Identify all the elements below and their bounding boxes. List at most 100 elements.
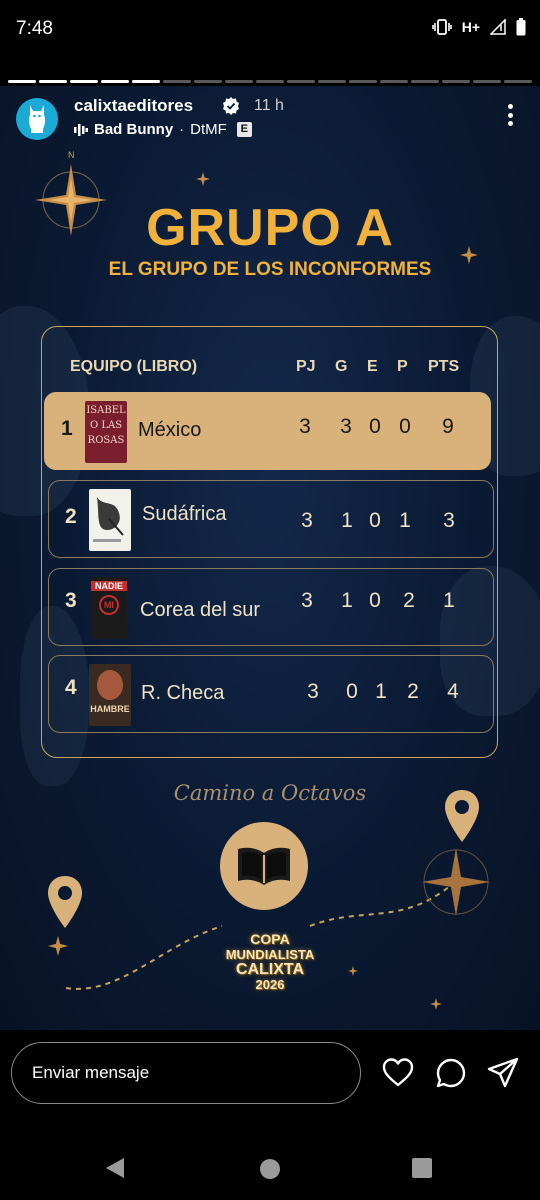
progress-segment [8,80,36,83]
music-song: DtMF [190,121,227,138]
recents-icon[interactable] [412,1158,432,1178]
progress-segment [132,80,160,83]
progress-segment [70,80,98,83]
progress-segment [225,80,253,83]
explicit-badge: E [236,122,252,137]
story-time: 11 h [254,97,284,114]
progress-segment [411,80,439,83]
progress-segment [39,80,67,83]
row-p: 2 [407,680,419,703]
row-p: 0 [399,415,411,438]
cover-text: MI [99,595,119,615]
logo-line: 2026 [255,977,285,992]
comment-icon[interactable] [434,1056,468,1090]
progress-segment [101,80,129,83]
vibrate-icon [431,19,452,35]
book-cover: ISABEL O LAS ROSAS [85,401,127,463]
row-pj: 3 [301,589,313,612]
progress-segment [442,80,470,83]
book-cover [89,489,131,551]
row-pj: 3 [301,509,313,532]
progress-segment [256,80,284,83]
star-icon [196,172,210,186]
row-p: 1 [399,509,411,532]
group-subtitle: EL GRUPO DE LOS INCONFORMES [108,259,432,280]
story-canvas[interactable]: N GRUPO A EL GRUPO DE LOS INCONFORMES EQ… [0,86,540,1030]
progress-segment [349,80,377,83]
header-e: E [367,358,378,375]
svg-text:N: N [68,150,75,160]
cat-logo-icon [28,105,46,133]
header-pts: PTS [428,358,460,375]
logo-line: COPA [250,931,290,947]
row-e: 0 [369,589,381,612]
header-pj: PJ [296,358,316,375]
row-g: 1 [341,509,353,532]
table-row: 2 Sudáfrica 3 1 0 1 3 [48,480,494,558]
progress-segment [163,80,191,83]
music-label[interactable]: Bad Bunny · DtMF E [74,121,252,138]
status-icons: H+ [431,18,526,36]
row-p: 2 [403,589,415,612]
back-icon[interactable] [104,1156,126,1180]
progress-segment [380,80,408,83]
cover-text: ROSAS [87,435,125,446]
story-header: calixtaeditores 11 h Bad Bunny · DtMF E [0,90,540,150]
message-bar: Enviar mensaje [0,1030,540,1126]
book-badge [220,822,308,910]
verified-badge-icon [223,97,239,115]
message-placeholder: Enviar mensaje [32,1063,150,1082]
send-icon[interactable] [486,1056,520,1090]
copa-logo: COPA MUNDIALISTA CALIXTA 2026 [210,932,330,996]
status-bar: 7:48 H+ [0,0,540,60]
row-pts: 4 [447,680,459,703]
row-pts: 1 [443,589,455,612]
row-team: R. Checa [141,682,225,704]
status-time: 7:48 [16,18,53,39]
more-options-button[interactable] [500,100,520,130]
story-progress [8,80,532,83]
audio-bars-icon [74,123,88,136]
logo-line: MUNDIALISTA [225,947,315,962]
row-rank: 4 [65,676,77,699]
group-title: GRUPO A [146,199,394,257]
cover-text: HAMBRE [90,704,130,714]
row-pj: 3 [307,680,319,703]
dot [507,112,513,118]
android-nav-bar [0,1126,540,1200]
star-icon [430,998,442,1010]
location-pin-icon [445,790,479,842]
row-g: 3 [340,415,352,438]
table-row: 3 NADIE MI Corea del sur 3 1 0 2 1 [48,568,494,646]
table-row: 1 ISABEL O LAS ROSAS México 3 3 0 0 9 [44,392,491,470]
avatar[interactable] [16,98,58,140]
row-e: 0 [369,415,381,438]
heart-icon[interactable] [381,1056,415,1090]
cover-text: O LAS [89,420,123,431]
row-g: 1 [341,589,353,612]
row-rank: 1 [61,417,73,440]
header-p: P [397,358,408,375]
header-g: G [335,358,348,375]
row-g: 0 [346,680,358,703]
story-username[interactable]: calixtaeditores [74,96,193,116]
dot [507,121,513,126]
network-type: H+ [461,19,480,35]
row-e: 0 [369,509,381,532]
cover-text: NADIE [91,581,127,591]
music-separator: · [179,121,185,138]
message-input[interactable]: Enviar mensaje [11,1042,361,1104]
music-artist: Bad Bunny [94,121,174,138]
progress-segment [318,80,346,83]
row-pts: 9 [442,415,454,438]
compass-rose-icon [422,848,490,916]
open-book-icon [238,847,290,885]
signal-icon [490,19,506,35]
home-icon[interactable] [259,1158,281,1180]
progress-segment [287,80,315,83]
dot [507,104,513,109]
book-cover: NADIE MI [91,577,127,639]
row-rank: 2 [65,505,77,528]
book-cover: HAMBRE [89,664,131,726]
progress-segment [194,80,222,83]
